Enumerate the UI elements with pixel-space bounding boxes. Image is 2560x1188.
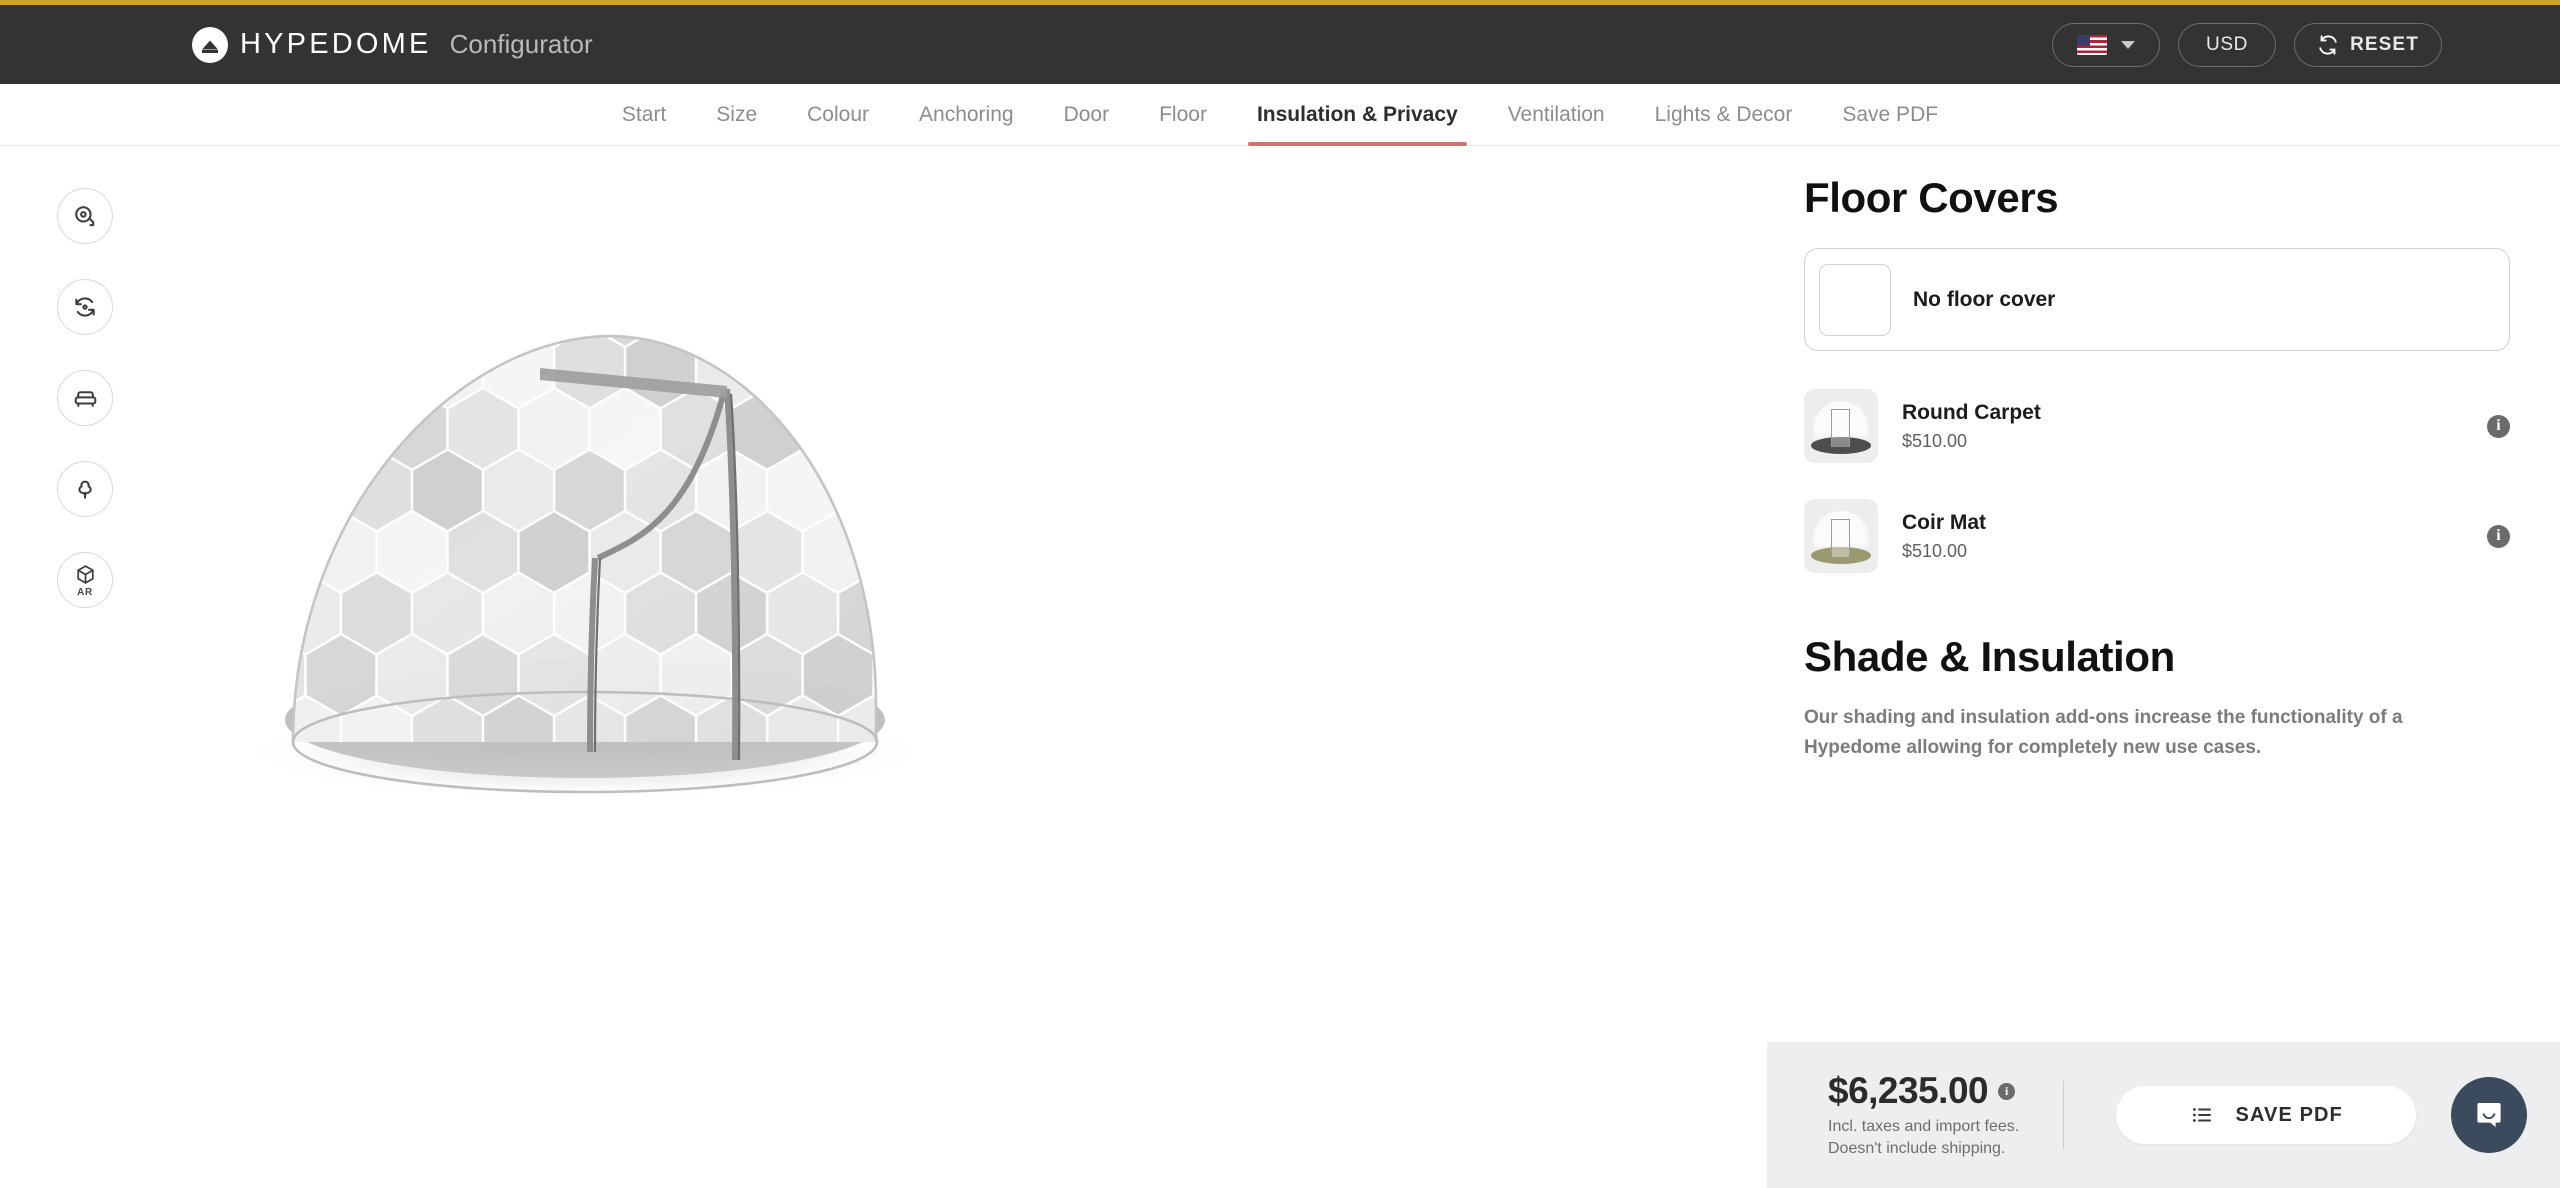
price-summary-bar: $6,235.00 i Incl. taxes and import fees.… — [1767, 1042, 2560, 1188]
tab-label: Door — [1063, 102, 1110, 126]
refresh-icon — [2319, 34, 2337, 55]
brand: HYPEDOME Configurator — [192, 26, 593, 63]
price-note-taxes: Incl. taxes and import fees. — [1828, 1118, 2020, 1136]
tree-landscape-icon-button[interactable] — [57, 461, 113, 517]
product-row[interactable]: Round Carpet $510.00 i — [1804, 389, 2510, 463]
price-block: $6,235.00 i Incl. taxes and import fees.… — [1828, 1070, 2019, 1159]
tab-size[interactable]: Size — [691, 84, 782, 146]
header-actions: USD RESET — [2052, 22, 2442, 67]
tab-ventilation[interactable]: Ventilation — [1483, 84, 1630, 146]
brand-subtitle: Configurator — [449, 29, 593, 59]
tab-label: Size — [716, 102, 758, 126]
product-name: Coir Mat — [1902, 510, 1986, 534]
shade-insulation-title: Shade & Insulation — [1804, 633, 2175, 680]
list-icon — [2192, 1108, 2211, 1122]
tab-lights-decor[interactable]: Lights & Decor — [1630, 84, 1818, 146]
shade-insulation-description: Our shading and insulation add-ons incre… — [1804, 707, 2403, 759]
tab-label: Lights & Decor — [1654, 102, 1793, 126]
measure-tape-icon-button[interactable] — [57, 188, 113, 244]
tab-label: Start — [621, 102, 667, 126]
tab-save-pdf[interactable]: Save PDF — [1817, 84, 1963, 146]
save-pdf-button[interactable]: SAVE PDF — [2116, 1086, 2417, 1144]
tab-start[interactable]: Start — [597, 84, 691, 146]
chevron-down-icon — [2121, 40, 2135, 49]
reset-button[interactable]: RESET — [2294, 22, 2442, 67]
ar-label: AR — [77, 586, 93, 598]
tab-floor[interactable]: Floor — [1134, 84, 1232, 146]
save-pdf-label: SAVE PDF — [2235, 1103, 2343, 1126]
furniture-armchair-icon-button[interactable] — [57, 370, 113, 426]
price-info-icon[interactable]: i — [1998, 1082, 2016, 1100]
tab-label: Save PDF — [1842, 102, 1939, 126]
blank-swatch-thumbnail — [1819, 263, 1891, 336]
product-meta: Round Carpet $510.00 — [1902, 401, 2041, 452]
floor-cover-product-list: Round Carpet $510.00 i Coir Mat $510.00 i — [1804, 389, 2510, 573]
measure-tape-icon — [75, 206, 95, 227]
reset-label: RESET — [2350, 33, 2419, 55]
page-title: Floor Covers — [1804, 174, 2059, 221]
total-price: $6,235.00 — [1828, 1070, 1989, 1112]
tab-label: Insulation & Privacy — [1256, 102, 1458, 126]
country-selector-button[interactable] — [2052, 22, 2160, 67]
configurator-app: HYPEDOME Configurator USD RESET Start Si… — [0, 0, 2560, 1188]
info-icon[interactable]: i — [2487, 414, 2510, 438]
product-meta: Coir Mat $510.00 — [1902, 511, 1986, 562]
tab-colour[interactable]: Colour — [782, 84, 894, 146]
tab-anchoring[interactable]: Anchoring — [894, 84, 1039, 146]
us-flag-icon — [2077, 34, 2107, 55]
furniture-armchair-icon — [74, 390, 96, 407]
product-thumbnail — [1804, 389, 1878, 463]
dome-svg — [240, 335, 930, 800]
tab-insulation-privacy[interactable]: Insulation & Privacy — [1232, 84, 1483, 146]
rotate-360-icon — [75, 297, 95, 317]
ar-cube-icon-button[interactable]: AR — [57, 552, 113, 608]
info-icon[interactable]: i — [2487, 524, 2510, 548]
product-price: $510.00 — [1902, 430, 1968, 451]
app-header: HYPEDOME Configurator USD RESET — [0, 5, 2560, 84]
tab-door[interactable]: Door — [1039, 84, 1135, 146]
product-row[interactable]: Coir Mat $510.00 i — [1804, 499, 2510, 573]
product-price: $510.00 — [1902, 540, 1968, 561]
tab-label: Ventilation — [1507, 102, 1605, 126]
tab-label: Floor — [1159, 102, 1207, 126]
tab-label: Anchoring — [919, 102, 1014, 126]
dome-render — [0, 146, 1767, 1188]
chat-bubble-icon — [2477, 1103, 2501, 1128]
rotate-360-icon-button[interactable] — [57, 279, 113, 335]
tree-landscape-icon — [78, 480, 92, 499]
product-thumbnail — [1804, 499, 1878, 573]
hypedome-logo-icon — [192, 26, 228, 63]
option-label: No floor cover — [1913, 287, 2056, 311]
tab-label: Colour — [807, 102, 870, 126]
currency-selector-button[interactable]: USD — [2178, 22, 2276, 67]
ar-cube-icon — [76, 564, 94, 584]
options-panel: Floor Covers No floor cover Round Carpet… — [1767, 146, 2560, 1188]
viewer-toolbar: AR — [57, 188, 113, 608]
model-viewer[interactable]: AR — [0, 146, 1767, 1188]
configurator-tabs: Start Size Colour Anchoring Door Floor Insulat… — [0, 84, 2560, 146]
option-no-floor-cover[interactable]: No floor cover — [1804, 248, 2510, 351]
price-note-shipping: Doesn't include shipping. — [1828, 1140, 2006, 1157]
chat-launcher-button[interactable] — [2451, 1077, 2527, 1153]
divider — [2063, 1081, 2065, 1149]
currency-label: USD — [2206, 33, 2248, 55]
brand-name: HYPEDOME — [240, 28, 432, 60]
product-name: Round Carpet — [1902, 400, 2041, 424]
